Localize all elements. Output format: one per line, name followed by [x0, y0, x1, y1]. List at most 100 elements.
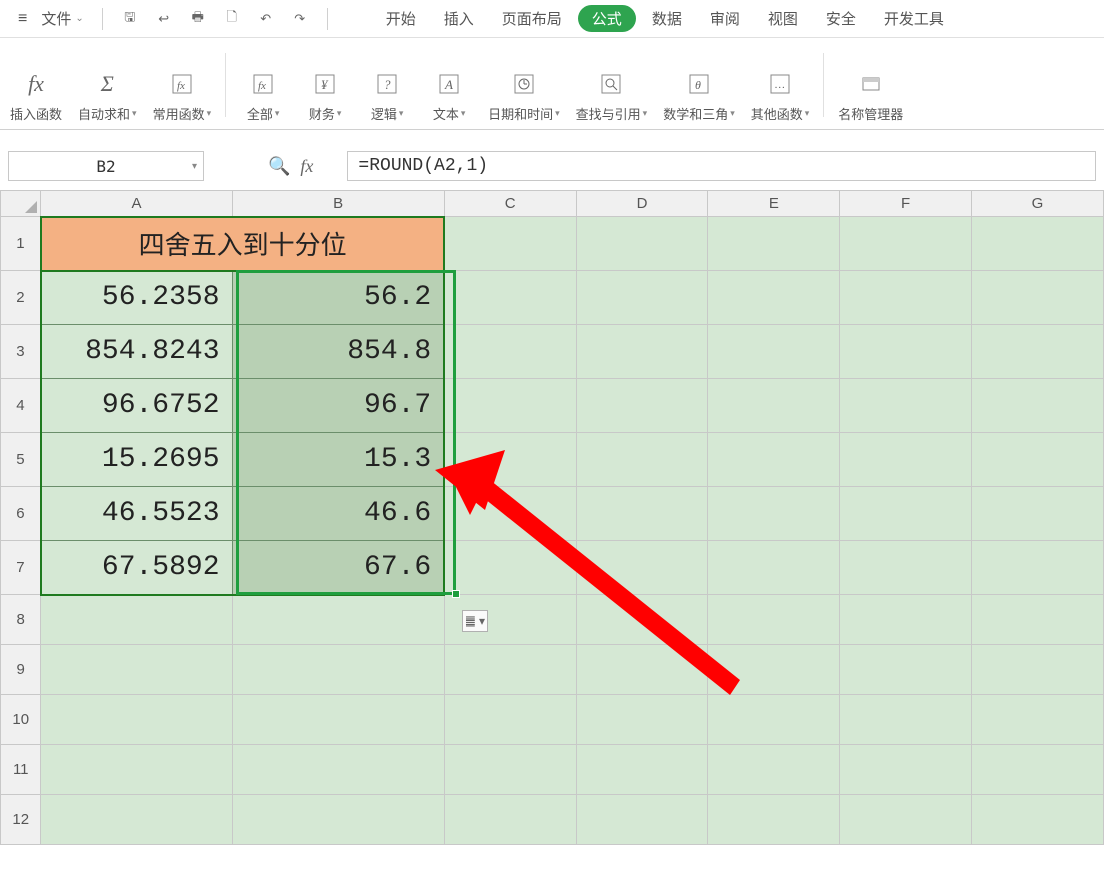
cell[interactable]: [576, 217, 708, 271]
cell[interactable]: [41, 595, 232, 645]
cell[interactable]: [840, 695, 972, 745]
cell[interactable]: [972, 645, 1104, 695]
cell[interactable]: [708, 379, 840, 433]
cell[interactable]: [576, 595, 708, 645]
undo2-icon[interactable]: ↶: [255, 8, 277, 30]
cell-A6[interactable]: 46.5523: [41, 487, 232, 541]
autofill-options-button[interactable]: ䷀ ▾: [462, 610, 488, 632]
cell[interactable]: [840, 795, 972, 845]
tab-security[interactable]: 安全: [814, 4, 868, 33]
row-header-5[interactable]: 5: [1, 433, 41, 487]
tab-dev-tools[interactable]: 开发工具: [872, 4, 956, 33]
row-header-11[interactable]: 11: [1, 745, 41, 795]
cell[interactable]: [444, 645, 576, 695]
title-cell[interactable]: 四舍五入到十分位: [41, 217, 444, 271]
cell[interactable]: [444, 379, 576, 433]
cell[interactable]: [972, 541, 1104, 595]
row-header-3[interactable]: 3: [1, 325, 41, 379]
cell[interactable]: [444, 745, 576, 795]
row-header-7[interactable]: 7: [1, 541, 41, 595]
cell-A2[interactable]: 56.2358: [41, 271, 232, 325]
cell[interactable]: [41, 645, 232, 695]
cell-A4[interactable]: 96.6752: [41, 379, 232, 433]
cell[interactable]: [972, 217, 1104, 271]
cell[interactable]: [840, 541, 972, 595]
tab-insert[interactable]: 插入: [432, 4, 486, 33]
cell[interactable]: [972, 379, 1104, 433]
cell[interactable]: [232, 745, 444, 795]
col-header-B[interactable]: B: [232, 191, 444, 217]
datetime-button[interactable]: 日期和时间▾: [480, 70, 568, 123]
cell-B4[interactable]: 96.7: [232, 379, 444, 433]
cell-B7[interactable]: 67.6: [232, 541, 444, 595]
cell[interactable]: [972, 487, 1104, 541]
cell[interactable]: [708, 271, 840, 325]
logical-button[interactable]: ? 逻辑▾: [356, 70, 418, 123]
cell[interactable]: [972, 795, 1104, 845]
hamburger-icon[interactable]: ≡: [14, 10, 31, 28]
cell[interactable]: [708, 745, 840, 795]
print-icon[interactable]: 🖶: [187, 8, 209, 30]
cell-A7[interactable]: 67.5892: [41, 541, 232, 595]
cell[interactable]: [576, 325, 708, 379]
spreadsheet-grid[interactable]: A B C D E F G 1 四舍五入到十分位 2 56.2358 56.2 …: [0, 190, 1104, 845]
cell[interactable]: [840, 379, 972, 433]
cell[interactable]: [576, 487, 708, 541]
cell[interactable]: [708, 433, 840, 487]
cell[interactable]: [232, 645, 444, 695]
save-icon[interactable]: 🖫: [119, 8, 141, 30]
row-header-6[interactable]: 6: [1, 487, 41, 541]
row-header-12[interactable]: 12: [1, 795, 41, 845]
cell[interactable]: [576, 695, 708, 745]
tab-view[interactable]: 视图: [756, 4, 810, 33]
cell[interactable]: [972, 695, 1104, 745]
cell[interactable]: [576, 271, 708, 325]
cell[interactable]: [840, 433, 972, 487]
cell[interactable]: [444, 695, 576, 745]
cell[interactable]: [840, 595, 972, 645]
file-menu[interactable]: 文件 ⌄: [35, 8, 89, 29]
cell[interactable]: [444, 795, 576, 845]
fx-icon[interactable]: fx: [300, 156, 313, 177]
tab-data[interactable]: 数据: [640, 4, 694, 33]
text-button[interactable]: A 文本▾: [418, 70, 480, 123]
col-header-A[interactable]: A: [41, 191, 232, 217]
col-header-G[interactable]: G: [972, 191, 1104, 217]
cell-B2[interactable]: 56.2: [232, 271, 444, 325]
row-header-4[interactable]: 4: [1, 379, 41, 433]
undo-icon[interactable]: ↩: [153, 8, 175, 30]
col-header-C[interactable]: C: [444, 191, 576, 217]
cell[interactable]: [232, 595, 444, 645]
cell[interactable]: [444, 217, 576, 271]
row-header-2[interactable]: 2: [1, 271, 41, 325]
cell[interactable]: [972, 433, 1104, 487]
cell[interactable]: [840, 325, 972, 379]
cell[interactable]: [41, 795, 232, 845]
tab-page-layout[interactable]: 页面布局: [490, 4, 574, 33]
cell[interactable]: [708, 595, 840, 645]
cell[interactable]: [972, 595, 1104, 645]
cell[interactable]: [840, 217, 972, 271]
cell[interactable]: [708, 795, 840, 845]
row-header-8[interactable]: 8: [1, 595, 41, 645]
cell[interactable]: [232, 795, 444, 845]
cell-A5[interactable]: 15.2695: [41, 433, 232, 487]
lookup-button[interactable]: 查找与引用▾: [568, 70, 656, 123]
cell[interactable]: [444, 433, 576, 487]
fill-handle[interactable]: [452, 590, 460, 598]
cell[interactable]: [576, 745, 708, 795]
cell-B5[interactable]: 15.3: [232, 433, 444, 487]
name-box[interactable]: B2 ▾: [8, 151, 204, 181]
row-header-10[interactable]: 10: [1, 695, 41, 745]
col-header-E[interactable]: E: [708, 191, 840, 217]
cell[interactable]: [972, 745, 1104, 795]
trace-icon[interactable]: 🔍: [268, 156, 290, 177]
cell[interactable]: [972, 271, 1104, 325]
cell-B3[interactable]: 854.8: [232, 325, 444, 379]
cell[interactable]: [232, 695, 444, 745]
cell[interactable]: [444, 325, 576, 379]
autosum-button[interactable]: Σ 自动求和▾: [70, 70, 145, 123]
redo-icon[interactable]: ↷: [289, 8, 311, 30]
row-header-1[interactable]: 1: [1, 217, 41, 271]
all-functions-button[interactable]: fx 全部▾: [232, 70, 294, 123]
